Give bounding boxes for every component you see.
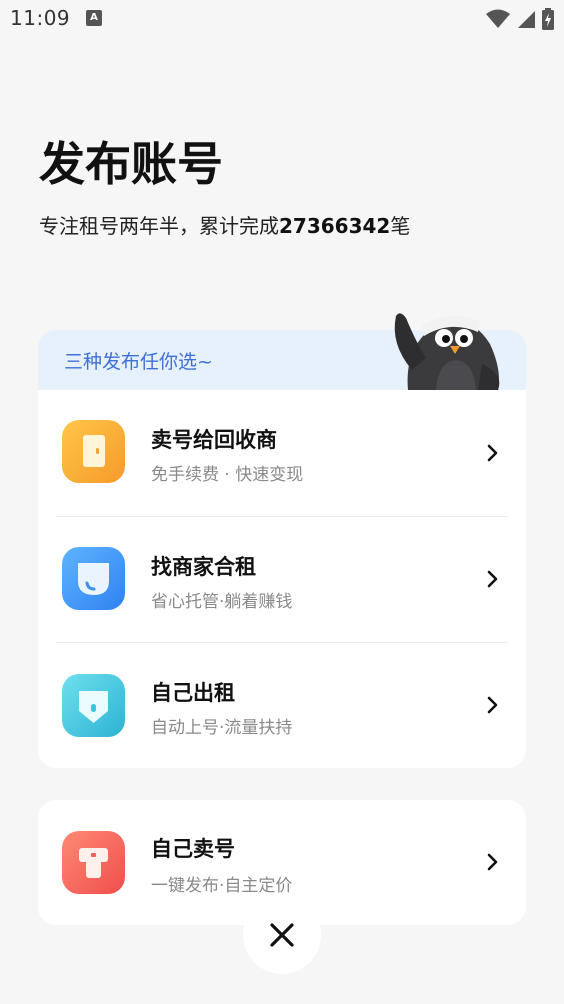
rent-cyan-icon — [62, 674, 125, 737]
wifi-icon — [486, 9, 510, 28]
option-subtitle: 免手续费 · 快速变现 — [151, 465, 304, 485]
sell-red-icon — [62, 831, 125, 894]
option-self-rent[interactable]: 自己出租 自动上号·流量扶持 — [38, 642, 526, 768]
status-bar: 11:09 A — [0, 0, 564, 38]
close-icon — [270, 923, 294, 947]
notification-a-icon: A — [86, 10, 102, 26]
option-subtitle: 省心托管·躺着赚钱 — [151, 592, 293, 612]
options-banner-text: 三种发布任你选~ — [64, 351, 213, 373]
status-time: 11:09 — [10, 6, 71, 30]
close-button[interactable] — [243, 896, 321, 974]
option-title: 找商家合租 — [151, 555, 256, 579]
chevron-right-icon — [487, 696, 498, 714]
publish-options-card: 三种发布任你选~ 卖号给回收商 免手续费 · 快速变现 找商家合租 省心托管·躺… — [38, 330, 526, 768]
publish-account-page: 11:09 A 发布账号 专注租号两年半，累计完成27366342笔 三种发布任… — [0, 0, 564, 1004]
option-title: 自己出租 — [151, 681, 235, 705]
battery-icon — [542, 8, 554, 30]
page-title: 发布账号 — [39, 137, 223, 191]
subtitle-suffix: 笔 — [390, 214, 411, 238]
option-sell-to-recycler[interactable]: 卖号给回收商 免手续费 · 快速变现 — [38, 390, 526, 516]
chevron-right-icon — [487, 444, 498, 462]
chevron-right-icon — [487, 853, 498, 871]
signal-icon — [518, 11, 535, 28]
option-subtitle: 一键发布·自主定价 — [151, 876, 293, 896]
subtitle-prefix: 专注租号两年半，累计完成 — [39, 214, 279, 238]
option-subtitle: 自动上号·流量扶持 — [151, 718, 293, 738]
status-icons — [486, 8, 554, 30]
option-title: 自己卖号 — [151, 837, 235, 861]
option-title: 卖号给回收商 — [151, 428, 277, 452]
option-merchant-co-rent[interactable]: 找商家合租 省心托管·躺着赚钱 — [38, 516, 526, 642]
order-count: 27366342 — [279, 214, 391, 238]
merchant-blue-icon — [62, 547, 125, 610]
chevron-right-icon — [487, 570, 498, 588]
penguin-mascot-icon — [394, 313, 500, 390]
recycle-orange-icon — [62, 420, 125, 483]
page-subtitle: 专注租号两年半，累计完成27366342笔 — [39, 210, 410, 239]
